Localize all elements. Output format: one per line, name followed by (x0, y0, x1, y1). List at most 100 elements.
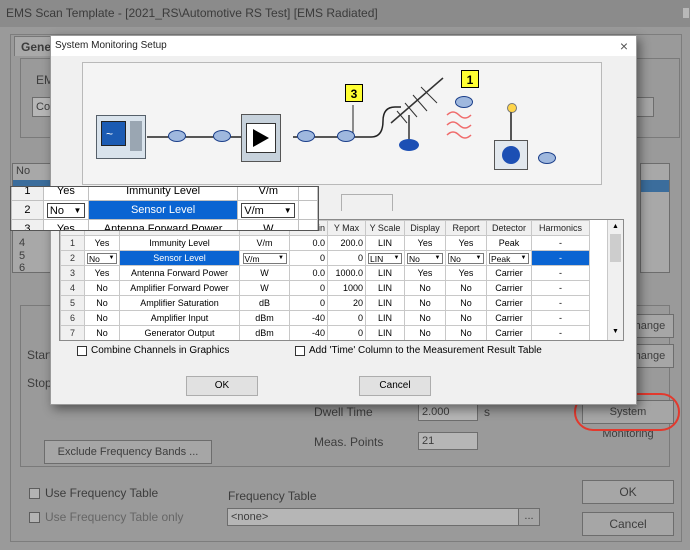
scroll-up-icon[interactable]: ▲ (610, 222, 621, 232)
ymin-cell[interactable]: -40 (289, 325, 328, 340)
harmonics-cell[interactable]: - (531, 235, 590, 251)
display-cell[interactable]: Yes (404, 265, 446, 281)
name-cell[interactable]: Amplifier Input (119, 310, 240, 326)
yscale-cell[interactable]: LIN (365, 325, 405, 340)
browse-button[interactable]: ... (518, 508, 540, 526)
list-row[interactable]: 4 (19, 237, 25, 249)
yscale-cell[interactable]: LIN (365, 265, 405, 281)
enabled-cell[interactable]: No (84, 310, 120, 326)
scroll-thumb[interactable] (610, 234, 621, 262)
add-time-column-checkbox[interactable] (295, 346, 305, 356)
table-row[interactable]: 1 Yes Immunity Level V/m 0.0 200.0 LIN Y… (60, 235, 590, 251)
close-icon[interactable]: × (616, 38, 632, 54)
dropdown-arrow-icon[interactable]: ▼ (433, 254, 442, 263)
yscale-combo[interactable]: LIN ▼ (368, 252, 402, 264)
ymax-cell[interactable]: 1000.0 (327, 265, 366, 281)
dropdown-arrow-icon[interactable]: ▼ (107, 254, 116, 263)
unit-combo[interactable]: V/m ▼ (242, 252, 287, 264)
dropdown-arrow-icon[interactable]: ▼ (474, 254, 483, 263)
name-cell[interactable]: Antenna Forward Power (119, 265, 240, 281)
list-row[interactable]: 5 (19, 250, 25, 262)
report-cell[interactable]: Yes (445, 235, 487, 251)
detector-cell[interactable]: Peak ▼ (486, 250, 532, 266)
dropdown-arrow-icon[interactable]: ▼ (277, 254, 286, 263)
enabled-cell[interactable]: No (84, 325, 120, 340)
name-cell[interactable]: Sensor Level (119, 250, 240, 266)
report-cell[interactable]: Yes (445, 265, 487, 281)
unit-cell[interactable]: dBm (239, 325, 290, 340)
report-cell[interactable]: No (445, 325, 487, 340)
ymax-cell[interactable]: 1000 (327, 280, 366, 296)
dropdown-arrow-icon[interactable]: ▼ (392, 254, 401, 263)
cancel-button[interactable]: Cancel (582, 512, 674, 536)
scroll-down-icon[interactable]: ▼ (610, 327, 621, 337)
name-cell[interactable]: Immunity Level (119, 235, 240, 251)
unit-cell[interactable]: V/m ▼ (239, 250, 290, 266)
display-cell[interactable]: No (404, 310, 446, 326)
meas-points-field[interactable]: 21 (418, 432, 478, 450)
enabled-cell[interactable]: No ▼ (84, 250, 120, 266)
table-row[interactable]: 4 No Amplifier Forward Power W 0 1000 LI… (60, 280, 590, 296)
enabled-cell[interactable]: Yes (84, 235, 120, 251)
table-row[interactable]: 5 No Amplifier Saturation dB 0 20 LIN No… (60, 295, 590, 311)
unit-cell[interactable]: W (239, 280, 290, 296)
harmonics-cell[interactable]: - (531, 265, 590, 281)
name-cell[interactable]: Amplifier Saturation (119, 295, 240, 311)
detector-combo[interactable]: Peak ▼ (489, 252, 529, 264)
ymax-cell[interactable]: 20 (327, 295, 366, 311)
detector-cell[interactable]: Carrier (486, 265, 532, 281)
enabled-cell[interactable]: No (84, 280, 120, 296)
ok-button[interactable]: OK (582, 480, 674, 504)
ems-side-button[interactable] (636, 97, 654, 117)
detector-cell[interactable]: Carrier (486, 325, 532, 340)
list-row[interactable]: 6 (19, 262, 25, 274)
display-combo[interactable]: No ▼ (407, 252, 443, 264)
dropdown-arrow-icon[interactable]: ▼ (519, 254, 528, 263)
display-cell[interactable]: Yes (404, 235, 446, 251)
unit-cell[interactable]: W (239, 265, 290, 281)
report-cell[interactable]: No (445, 280, 487, 296)
report-combo[interactable]: No ▼ (448, 252, 484, 264)
report-cell[interactable]: No (445, 310, 487, 326)
yscale-cell[interactable]: LIN ▼ (365, 250, 405, 266)
ymin-cell[interactable]: 0 (289, 295, 328, 311)
table-row[interactable]: 7 No Generator Output dBm -40 0 LIN No N… (60, 325, 590, 340)
frequency-table-field[interactable]: <none> (227, 508, 521, 526)
harmonics-cell[interactable]: - (531, 295, 590, 311)
ymin-cell[interactable]: 0.0 (289, 265, 328, 281)
ymax-cell[interactable]: 0 (327, 310, 366, 326)
unit-cell[interactable]: dB (239, 295, 290, 311)
ymax-cell[interactable]: 0 (327, 250, 366, 266)
detector-cell[interactable]: Carrier (486, 310, 532, 326)
ymin-cell[interactable]: -40 (289, 310, 328, 326)
harmonics-cell[interactable]: - (531, 325, 590, 340)
ymin-cell[interactable]: 0 (289, 280, 328, 296)
harmonics-cell[interactable]: - (531, 280, 590, 296)
display-cell[interactable]: No (404, 295, 446, 311)
detector-cell[interactable]: Carrier (486, 280, 532, 296)
cancel-button[interactable]: Cancel (359, 376, 431, 396)
ok-button[interactable]: OK (186, 376, 258, 396)
table-scrollbar[interactable]: ▲ ▼ (607, 220, 623, 340)
yscale-cell[interactable]: LIN (365, 310, 405, 326)
harmonics-cell[interactable]: - (531, 310, 590, 326)
report-cell[interactable]: No ▼ (445, 250, 487, 266)
display-cell[interactable]: No (404, 325, 446, 340)
ymin-cell[interactable]: 0.0 (289, 235, 328, 251)
enabled-cell[interactable]: Yes (84, 265, 120, 281)
display-cell[interactable]: No (404, 280, 446, 296)
combine-channels-checkbox[interactable] (77, 346, 87, 356)
unit-cell[interactable]: V/m (239, 235, 290, 251)
report-cell[interactable]: No (445, 295, 487, 311)
name-cell[interactable]: Amplifier Forward Power (119, 280, 240, 296)
dwell-time-field[interactable]: 2.000 (418, 403, 478, 421)
close-icon[interactable] (683, 8, 689, 18)
exclude-frequency-bands-button[interactable]: Exclude Frequency Bands ... (44, 440, 212, 464)
use-frequency-table-checkbox[interactable] (29, 488, 40, 499)
channel-table[interactable]: Min Y Max Y Scale Display Report Detecto… (59, 219, 624, 341)
enabled-cell[interactable]: No (84, 295, 120, 311)
ymax-cell[interactable]: 0 (327, 325, 366, 340)
use-frequency-table-only-checkbox[interactable] (29, 512, 40, 523)
enabled-combo[interactable]: No ▼ (87, 252, 117, 264)
detector-cell[interactable]: Carrier (486, 295, 532, 311)
